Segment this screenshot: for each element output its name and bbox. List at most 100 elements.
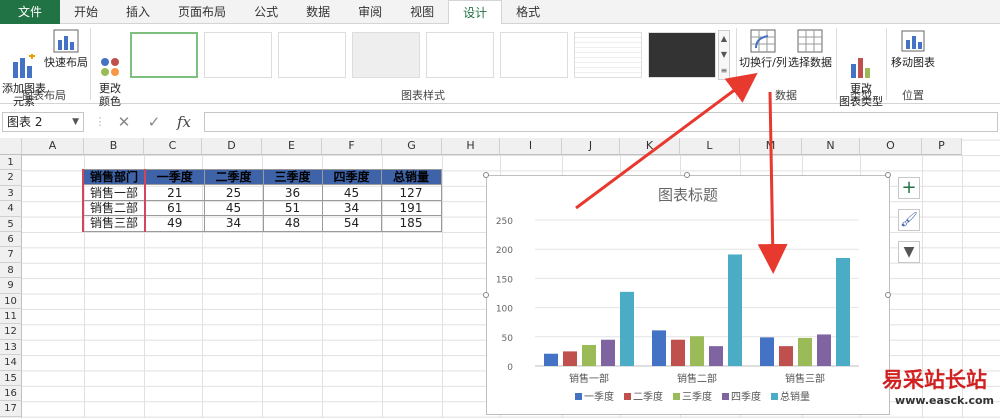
header-cell[interactable]: 二季度 bbox=[203, 168, 264, 186]
column-header-j[interactable]: J bbox=[562, 138, 620, 155]
row-header-7[interactable]: 7 bbox=[0, 247, 22, 263]
select-all-corner[interactable] bbox=[0, 138, 22, 155]
column-header-l[interactable]: L bbox=[680, 138, 740, 155]
chart-title[interactable]: 图表标题 bbox=[658, 186, 718, 204]
dept-cell[interactable]: 销售二部 bbox=[82, 199, 146, 217]
value-cell[interactable]: 21 bbox=[144, 184, 205, 201]
chart-styles-button[interactable]: 🖌 bbox=[898, 209, 920, 231]
header-cell[interactable]: 一季度 bbox=[144, 168, 205, 186]
column-header-d[interactable]: D bbox=[202, 138, 262, 155]
row-header-13[interactable]: 13 bbox=[0, 339, 22, 356]
chart-filters-button[interactable]: ▼ bbox=[898, 241, 920, 263]
tab-insert[interactable]: 插入 bbox=[112, 0, 164, 24]
change-colors-button[interactable]: 更改 颜色 bbox=[92, 28, 128, 108]
header-cell[interactable]: 总销量 bbox=[380, 168, 442, 186]
styles-gallery-scroller[interactable]: ▲ ▼ ≡ bbox=[718, 30, 730, 80]
bar-1-3 bbox=[582, 344, 596, 366]
value-cell[interactable]: 34 bbox=[203, 215, 264, 232]
column-header-g[interactable]: G bbox=[382, 138, 442, 155]
value-cell[interactable]: 185 bbox=[380, 215, 442, 232]
switch-row-column-button[interactable]: 切换行/列 bbox=[738, 28, 788, 69]
tab-format[interactable]: 格式 bbox=[502, 0, 554, 24]
chevron-down-icon[interactable]: ▼ bbox=[72, 113, 79, 131]
column-header-p[interactable]: P bbox=[922, 138, 962, 155]
chart-area[interactable]: 图表标题 0 50 100 150 200 250 销售一部 销售二部 销售三部 一季度 二季度 三季… bbox=[483, 172, 891, 415]
chart-style-6[interactable] bbox=[500, 32, 568, 78]
column-header-o[interactable]: O bbox=[860, 138, 922, 155]
row-header-3[interactable]: 3 bbox=[0, 185, 22, 202]
column-header-f[interactable]: F bbox=[322, 138, 382, 155]
column-header-e[interactable]: E bbox=[262, 138, 322, 155]
column-header-k[interactable]: K bbox=[620, 138, 680, 155]
chart-elements-button[interactable]: + bbox=[898, 177, 920, 199]
move-chart-button[interactable]: 移动图表 bbox=[888, 28, 938, 69]
row-header-9[interactable]: 9 bbox=[0, 278, 22, 294]
tab-home[interactable]: 开始 bbox=[60, 0, 112, 24]
chart-style-7[interactable] bbox=[574, 32, 642, 78]
tab-view[interactable]: 视图 bbox=[396, 0, 448, 24]
value-cell[interactable]: 191 bbox=[380, 199, 442, 217]
row-header-1[interactable]: 1 bbox=[0, 155, 22, 171]
row-header-6[interactable]: 6 bbox=[0, 232, 22, 248]
header-cell[interactable]: 三季度 bbox=[262, 168, 323, 186]
tab-design[interactable]: 设计 bbox=[448, 0, 503, 25]
header-cell[interactable]: 销售部门 bbox=[82, 168, 146, 186]
dept-cell[interactable]: 销售三部 bbox=[82, 215, 146, 232]
table-row: 销售一部 21 25 36 45 127 bbox=[82, 184, 442, 201]
row-header-17[interactable]: 17 bbox=[0, 401, 22, 417]
row-header-8[interactable]: 8 bbox=[0, 262, 22, 279]
row-header-12[interactable]: 12 bbox=[0, 324, 22, 340]
column-header-m[interactable]: M bbox=[740, 138, 802, 155]
column-header-i[interactable]: I bbox=[500, 138, 562, 155]
formula-input[interactable] bbox=[204, 112, 998, 132]
legend-swatch bbox=[575, 393, 582, 400]
chart-style-5[interactable] bbox=[426, 32, 494, 78]
value-cell[interactable]: 49 bbox=[144, 215, 205, 232]
value-cell[interactable]: 127 bbox=[380, 184, 442, 201]
enter-icon[interactable]: ✓ bbox=[144, 112, 164, 132]
value-cell[interactable]: 51 bbox=[262, 199, 323, 217]
value-cell[interactable]: 48 bbox=[262, 215, 323, 232]
row-header-5[interactable]: 5 bbox=[0, 216, 22, 232]
tab-data[interactable]: 数据 bbox=[292, 0, 344, 24]
site-watermark: 易采站长站 www.easck.com bbox=[882, 364, 1000, 418]
row-header-15[interactable]: 15 bbox=[0, 370, 22, 386]
chart-style-1[interactable] bbox=[130, 32, 198, 78]
column-header-b[interactable]: B bbox=[84, 138, 144, 155]
row-header-14[interactable]: 14 bbox=[0, 355, 22, 371]
legend-entry: 四季度 bbox=[731, 390, 761, 403]
name-box[interactable]: 图表 2 ▼ bbox=[2, 112, 84, 132]
select-data-button[interactable]: 选择数据 bbox=[788, 28, 832, 69]
header-cell[interactable]: 四季度 bbox=[321, 168, 382, 186]
value-cell[interactable]: 25 bbox=[203, 184, 264, 201]
value-cell[interactable]: 36 bbox=[262, 184, 323, 201]
insert-function-icon[interactable]: fx bbox=[174, 112, 194, 132]
dept-cell[interactable]: 销售一部 bbox=[82, 184, 146, 201]
value-cell[interactable]: 34 bbox=[321, 199, 382, 217]
legend-swatch bbox=[771, 393, 778, 400]
value-cell[interactable]: 54 bbox=[321, 215, 382, 232]
row-header-4[interactable]: 4 bbox=[0, 201, 22, 217]
quick-layout-button[interactable]: 快速布局 bbox=[44, 28, 88, 69]
tab-file[interactable]: 文件 bbox=[0, 0, 61, 24]
bar-2-5 bbox=[728, 254, 742, 366]
row-header-16[interactable]: 16 bbox=[0, 386, 22, 402]
value-cell[interactable]: 45 bbox=[203, 199, 264, 217]
row-header-2[interactable]: 2 bbox=[0, 170, 22, 186]
chart-style-4[interactable] bbox=[352, 32, 420, 78]
tab-formulas[interactable]: 公式 bbox=[240, 0, 292, 24]
column-header-h[interactable]: H bbox=[442, 138, 500, 155]
column-header-a[interactable]: A bbox=[22, 138, 84, 155]
value-cell[interactable]: 61 bbox=[144, 199, 205, 217]
chart-style-8[interactable] bbox=[648, 32, 716, 78]
chart-style-3[interactable] bbox=[278, 32, 346, 78]
column-header-c[interactable]: C bbox=[144, 138, 202, 155]
cancel-icon[interactable]: ✕ bbox=[114, 112, 134, 132]
column-header-n[interactable]: N bbox=[802, 138, 860, 155]
row-header-10[interactable]: 10 bbox=[0, 293, 22, 309]
row-header-11[interactable]: 11 bbox=[0, 309, 22, 325]
value-cell[interactable]: 45 bbox=[321, 184, 382, 201]
chart-style-2[interactable] bbox=[204, 32, 272, 78]
tab-page-layout[interactable]: 页面布局 bbox=[164, 0, 240, 24]
tab-review[interactable]: 审阅 bbox=[344, 0, 396, 24]
